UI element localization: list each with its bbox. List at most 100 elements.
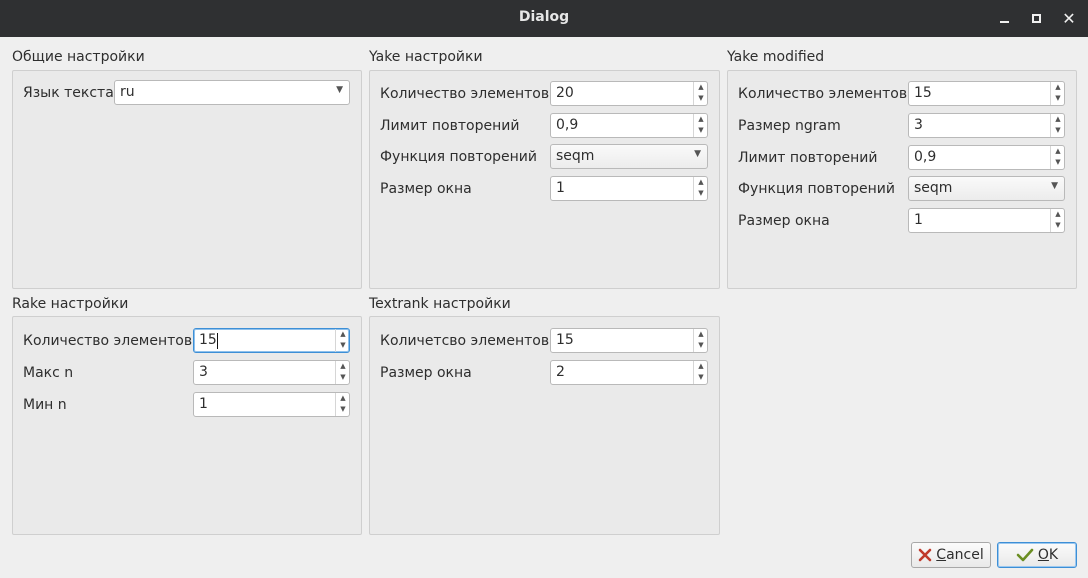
chevron-down-icon: ▼	[1051, 181, 1058, 191]
yake-mod-limit-spinbox[interactable]: 0,9 ▲ ▼	[908, 145, 1065, 170]
cancel-button[interactable]: Cancel	[911, 542, 991, 568]
arrow-up-icon[interactable]: ▲	[338, 329, 348, 340]
yake-group-title: Yake настройки	[369, 49, 483, 65]
spin-arrows[interactable]: ▲ ▼	[335, 361, 349, 384]
yake-mod-func-label: Функция повторений	[738, 181, 895, 197]
spin-arrows[interactable]: ▲ ▼	[693, 82, 707, 105]
yake-mod-func-value: seqm	[914, 180, 953, 196]
minimize-icon	[999, 20, 1009, 23]
ok-check-icon	[1016, 548, 1034, 562]
yake-func-combo[interactable]: seqm ▼	[550, 144, 708, 169]
rake-count-value: 15	[199, 332, 217, 348]
window-title: Dialog	[518, 9, 570, 25]
arrow-down-icon[interactable]: ▼	[1053, 157, 1063, 168]
yake-mod-count-value: 15	[914, 85, 932, 101]
spin-arrows[interactable]: ▲ ▼	[1050, 146, 1064, 169]
arrow-down-icon[interactable]: ▼	[1053, 125, 1063, 136]
yake-window-label: Размер окна	[380, 181, 472, 197]
yake-window-spinbox[interactable]: 1 ▲ ▼	[550, 176, 708, 201]
yake-count-spinbox[interactable]: 20 ▲ ▼	[550, 81, 708, 106]
rake-minn-label: Мин n	[23, 397, 67, 413]
arrow-up-icon[interactable]: ▲	[1053, 114, 1063, 125]
yake-mod-count-label: Количество элементов	[738, 86, 908, 102]
arrow-down-icon[interactable]: ▼	[696, 340, 706, 351]
spin-arrows[interactable]: ▲ ▼	[693, 329, 707, 352]
yake-mod-limit-value: 0,9	[914, 149, 937, 165]
ok-mnemonic: O	[1037, 547, 1049, 563]
rake-minn-spinbox[interactable]: 1 ▲ ▼	[193, 392, 350, 417]
yake-mod-limit-label: Лимит повторений	[738, 150, 878, 166]
text-caret	[217, 333, 218, 349]
arrow-up-icon[interactable]: ▲	[1053, 146, 1063, 157]
rake-count-label: Количество элементов	[23, 333, 193, 349]
spin-arrows[interactable]: ▲ ▼	[693, 361, 707, 384]
ok-button[interactable]: OK	[997, 542, 1077, 568]
maximize-button[interactable]	[1026, 8, 1046, 28]
spin-arrows[interactable]: ▲ ▼	[693, 177, 707, 200]
arrow-up-icon[interactable]: ▲	[696, 361, 706, 372]
arrow-down-icon[interactable]: ▼	[696, 125, 706, 136]
yake-mod-window-label: Размер окна	[738, 213, 830, 229]
spin-arrows[interactable]: ▲ ▼	[1050, 82, 1064, 105]
arrow-up-icon[interactable]: ▲	[1053, 209, 1063, 220]
yake-mod-count-spinbox[interactable]: 15 ▲ ▼	[908, 81, 1065, 106]
yake-mod-window-spinbox[interactable]: 1 ▲ ▼	[908, 208, 1065, 233]
textrank-count-value: 15	[556, 332, 574, 348]
language-label: Язык текста	[23, 85, 114, 101]
rake-count-spinbox[interactable]: 15 ▲ ▼	[193, 328, 350, 353]
close-button[interactable]: ✕	[1059, 8, 1079, 28]
rake-maxn-label: Макс n	[23, 365, 74, 381]
rake-maxn-spinbox[interactable]: 3 ▲ ▼	[193, 360, 350, 385]
yake-mod-ngram-value: 3	[914, 117, 923, 133]
chevron-down-icon: ▼	[336, 85, 343, 95]
close-icon: ✕	[1062, 8, 1076, 28]
arrow-down-icon[interactable]: ▼	[338, 372, 348, 383]
general-group-title: Общие настройки	[12, 49, 145, 65]
spin-arrows[interactable]: ▲ ▼	[693, 114, 707, 137]
spin-arrows[interactable]: ▲ ▼	[335, 329, 349, 352]
yake-mod-ngram-spinbox[interactable]: 3 ▲ ▼	[908, 113, 1065, 138]
arrow-down-icon[interactable]: ▼	[338, 340, 348, 351]
chevron-down-icon: ▼	[694, 149, 701, 159]
arrow-up-icon[interactable]: ▲	[696, 329, 706, 340]
yake-mod-func-combo[interactable]: seqm ▼	[908, 176, 1065, 201]
spin-arrows[interactable]: ▲ ▼	[1050, 209, 1064, 232]
textrank-group-title: Textrank настройки	[369, 296, 511, 312]
textrank-count-label: Количетсво элементов	[380, 333, 550, 349]
rake-maxn-value: 3	[199, 364, 208, 380]
yake-mod-window-value: 1	[914, 212, 923, 228]
arrow-up-icon[interactable]: ▲	[696, 114, 706, 125]
yake-limit-value: 0,9	[556, 117, 579, 133]
cancel-x-icon	[918, 548, 932, 562]
textrank-count-spinbox[interactable]: 15 ▲ ▼	[550, 328, 708, 353]
yake-count-label: Количество элементов	[380, 86, 550, 102]
yake-func-value: seqm	[556, 148, 595, 164]
arrow-down-icon[interactable]: ▼	[338, 404, 348, 415]
arrow-up-icon[interactable]: ▲	[1053, 82, 1063, 93]
rake-minn-value: 1	[199, 396, 208, 412]
arrow-up-icon[interactable]: ▲	[696, 82, 706, 93]
arrow-up-icon[interactable]: ▲	[338, 361, 348, 372]
arrow-down-icon[interactable]: ▼	[696, 188, 706, 199]
arrow-down-icon[interactable]: ▼	[696, 93, 706, 104]
arrow-down-icon[interactable]: ▼	[1053, 93, 1063, 104]
arrow-up-icon[interactable]: ▲	[338, 393, 348, 404]
textrank-window-spinbox[interactable]: 2 ▲ ▼	[550, 360, 708, 385]
language-combo[interactable]: ru ▼	[114, 80, 350, 105]
spin-arrows[interactable]: ▲ ▼	[1050, 114, 1064, 137]
cancel-mnemonic: C	[936, 547, 947, 563]
textrank-window-label: Размер окна	[380, 365, 472, 381]
yake-count-value: 20	[556, 85, 574, 101]
spin-arrows[interactable]: ▲ ▼	[335, 393, 349, 416]
arrow-down-icon[interactable]: ▼	[1053, 220, 1063, 231]
arrow-up-icon[interactable]: ▲	[696, 177, 706, 188]
minimize-button[interactable]	[994, 8, 1014, 28]
yake-limit-spinbox[interactable]: 0,9 ▲ ▼	[550, 113, 708, 138]
ok-label: OK	[1038, 547, 1058, 563]
cancel-label-rest: ancel	[946, 547, 984, 563]
ok-label-rest: K	[1048, 547, 1059, 563]
yake-limit-label: Лимит повторений	[380, 118, 520, 134]
title-bar: Dialog ✕	[0, 0, 1088, 37]
arrow-down-icon[interactable]: ▼	[696, 372, 706, 383]
yake-mod-ngram-label: Размер ngram	[738, 118, 841, 134]
